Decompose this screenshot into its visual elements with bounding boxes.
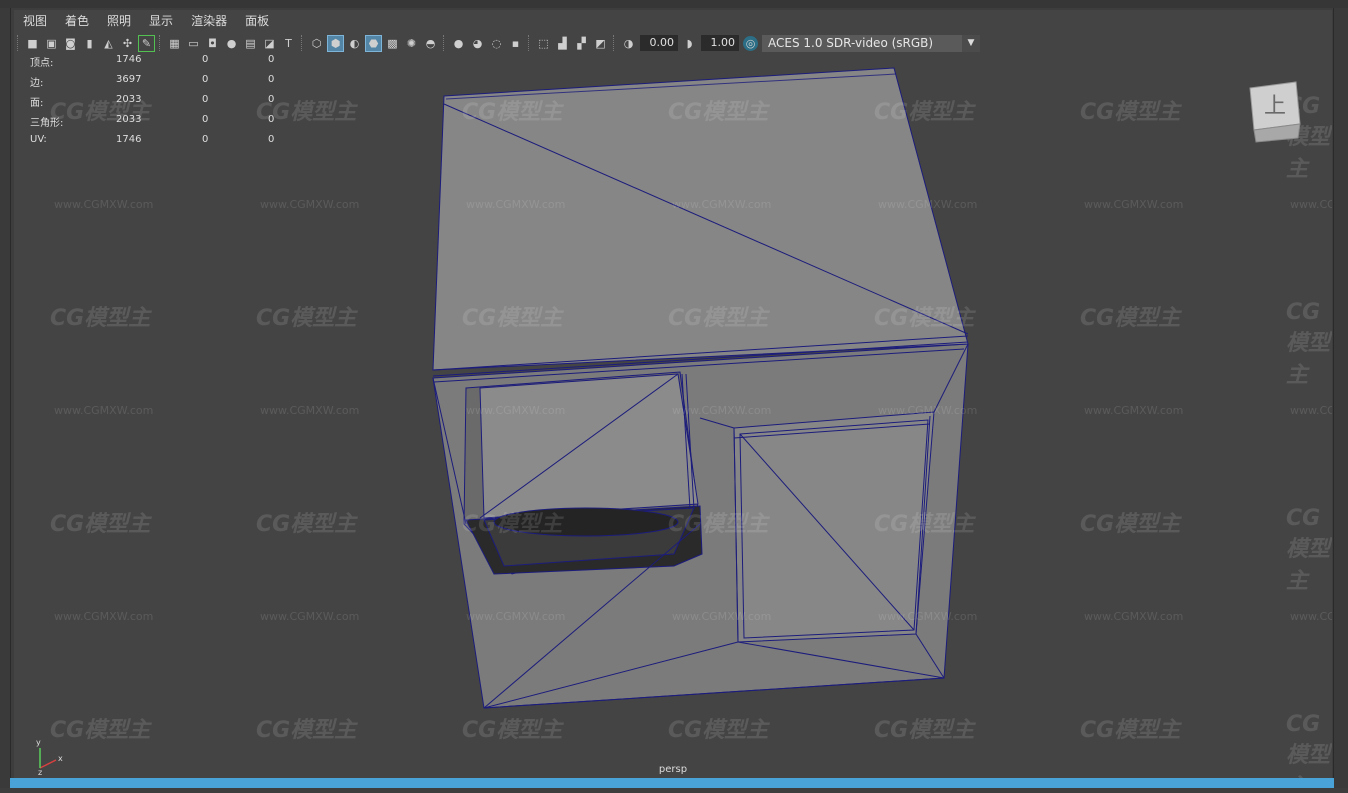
depth-of-field-icon[interactable]: ▪: [508, 36, 523, 51]
stat-label: 边:: [30, 78, 44, 89]
screen-space-ao-icon[interactable]: ●: [451, 36, 466, 51]
menu-lighting[interactable]: 照明: [98, 10, 140, 32]
camera-select-icon[interactable]: ■: [25, 36, 40, 51]
scene-geometry: [432, 67, 969, 709]
resolution-gate-icon[interactable]: ◘: [205, 36, 220, 51]
xray-icon[interactable]: ▟: [555, 36, 570, 51]
toolbar-separator: [443, 35, 446, 51]
menu-panels[interactable]: 面板: [236, 10, 278, 32]
maya-window: 视图 着色 照明 显示 渲染器 面板 ■ ▣ ◙ ▮ ◭ ✣ ✎ ▦ ▭ ◘ ●…: [0, 0, 1348, 793]
smooth-shade-icon[interactable]: ⬢: [327, 34, 344, 52]
use-all-lights-icon[interactable]: ✺: [404, 36, 419, 51]
stat-value: 2033: [116, 114, 142, 125]
viewcube[interactable]: 上: [1248, 80, 1308, 150]
safe-title-icon[interactable]: T: [281, 36, 296, 51]
bookmark-icon[interactable]: ▮: [82, 36, 97, 51]
menu-show[interactable]: 显示: [140, 10, 182, 32]
safe-action-icon[interactable]: ◪: [262, 36, 277, 51]
stat-value: 3697: [116, 74, 142, 85]
stat-value: 0: [268, 54, 275, 65]
stat-label: 顶点:: [30, 58, 54, 69]
stat-value: 0: [268, 74, 275, 85]
default-material-icon[interactable]: ◐: [347, 36, 362, 51]
toolbar-separator: [528, 35, 531, 51]
axis-y-label: y: [36, 738, 41, 747]
stat-value: 1746: [116, 54, 142, 65]
stat-edges: 边: 3697 0 0: [30, 74, 290, 94]
image-plane-icon[interactable]: ◭: [101, 36, 116, 51]
stat-value: 0: [202, 54, 209, 65]
stat-value: 0: [202, 134, 209, 145]
active-panel-indicator: [10, 778, 1334, 788]
stat-label: 面:: [30, 98, 44, 109]
menu-shading[interactable]: 着色: [56, 10, 98, 32]
stat-value: 1746: [116, 134, 142, 145]
stat-value: 0: [202, 94, 209, 105]
menu-view[interactable]: 视图: [14, 10, 56, 32]
xray-joints-icon[interactable]: ▞: [574, 36, 589, 51]
panel-toolbar: ■ ▣ ◙ ▮ ◭ ✣ ✎ ▦ ▭ ◘ ● ▤ ◪ T ⬡ ⬢ ◐ ⬣ ▩ ✺ …: [14, 32, 1332, 54]
gamma-icon[interactable]: ◗: [682, 36, 697, 51]
stat-label: UV:: [30, 134, 47, 145]
stat-label: 三角形:: [30, 118, 64, 129]
stat-value: 0: [202, 74, 209, 85]
color-management-icon[interactable]: ◎: [743, 35, 758, 51]
gate-mask-icon[interactable]: ●: [224, 36, 239, 51]
gamma-field[interactable]: 1.00: [701, 35, 739, 51]
chevron-down-icon: ▼: [962, 34, 980, 52]
grease-pencil-icon[interactable]: ✎: [138, 34, 155, 52]
heads-up-poly-count: 顶点: 1746 0 0 边: 3697 0 0 面: 2033 0 0 三角形…: [30, 54, 290, 154]
menu-renderer[interactable]: 渲染器: [182, 10, 236, 32]
exposure-field[interactable]: 0.00: [640, 35, 678, 51]
toolbar-separator: [17, 35, 20, 51]
toolbar-separator: [159, 35, 162, 51]
stat-vertices: 顶点: 1746 0 0: [30, 54, 290, 74]
stat-value: 0: [202, 114, 209, 125]
anti-aliasing-icon[interactable]: ◌: [489, 36, 504, 51]
stat-triangles: 三角形: 2033 0 0: [30, 114, 290, 134]
toolbar-separator: [613, 35, 616, 51]
motion-blur-icon[interactable]: ◕: [470, 36, 485, 51]
view-transform-dropdown[interactable]: ACES 1.0 SDR-video (sRGB) ▼: [762, 34, 980, 52]
stat-value: 0: [268, 94, 275, 105]
stat-value: 0: [268, 134, 275, 145]
wireframe-icon[interactable]: ⬡: [309, 36, 324, 51]
camera-attributes-icon[interactable]: ▣: [44, 36, 59, 51]
viewport-3d[interactable]: 顶点: 1746 0 0 边: 3697 0 0 面: 2033 0 0 三角形…: [14, 54, 1332, 778]
title-strip: [0, 0, 1348, 8]
textured-icon[interactable]: ▩: [385, 36, 400, 51]
camera-name-label: persp: [658, 764, 688, 775]
camera-bookmark-icon[interactable]: ◙: [63, 36, 78, 51]
left-panel-edge: [0, 8, 11, 788]
stat-value: 0: [268, 114, 275, 125]
stat-faces: 面: 2033 0 0: [30, 94, 290, 114]
isolate-select-icon[interactable]: ⬚: [536, 36, 551, 51]
grid-icon[interactable]: ▦: [167, 36, 182, 51]
view-transform-value: ACES 1.0 SDR-video (sRGB): [768, 35, 934, 50]
panel-menubar: 视图 着色 照明 显示 渲染器 面板: [14, 10, 1332, 32]
axis-x-label: x: [58, 754, 63, 763]
right-panel-edge: [1333, 8, 1348, 788]
stat-value: 2033: [116, 94, 142, 105]
field-chart-icon[interactable]: ▤: [243, 36, 258, 51]
toolbar-separator: [301, 35, 304, 51]
shadows-icon[interactable]: ◓: [423, 36, 438, 51]
exposure-icon[interactable]: ◑: [621, 36, 636, 51]
2d-pan-zoom-icon[interactable]: ✣: [120, 36, 135, 51]
xray-active-components-icon[interactable]: ◩: [593, 36, 608, 51]
viewcube-label: 上: [1264, 94, 1287, 119]
stat-uvs: UV: 1746 0 0: [30, 134, 290, 154]
wireframe-on-shaded-icon[interactable]: ⬣: [365, 34, 382, 52]
film-gate-icon[interactable]: ▭: [186, 36, 201, 51]
